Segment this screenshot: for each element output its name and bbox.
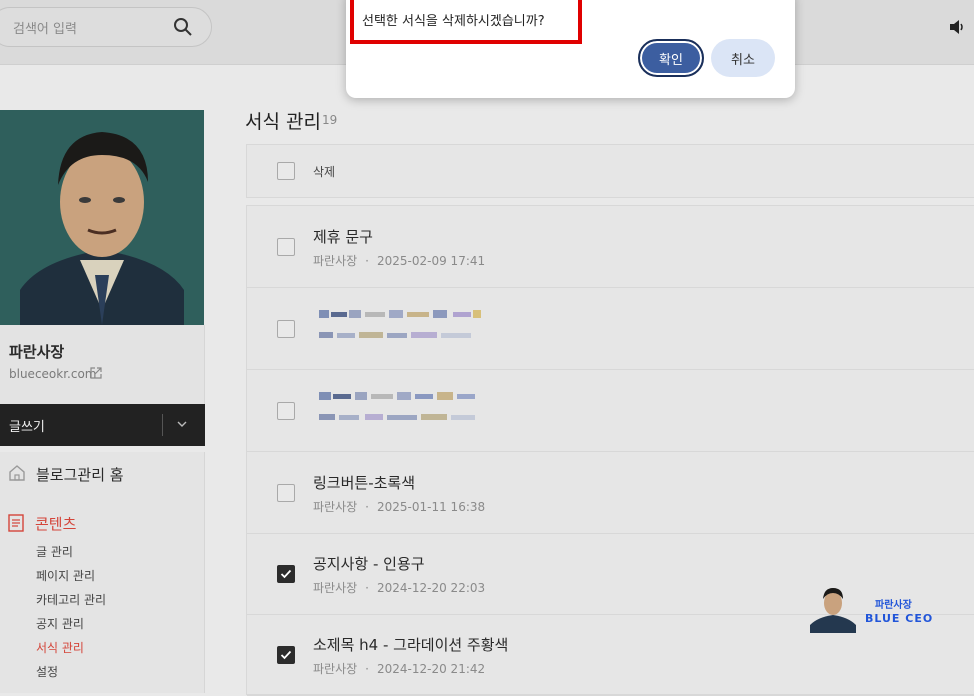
dialog-message: 선택한 서식을 삭제하시겠습니까? bbox=[362, 14, 545, 29]
page-title: 서식 관리 bbox=[245, 111, 321, 133]
template-meta: 파란사장 · 2024-12-20 22:03 bbox=[313, 581, 486, 595]
watermark-brand: BLUE CEO bbox=[865, 612, 934, 625]
row-checkbox[interactable] bbox=[277, 238, 295, 256]
confirm-dialog: 선택한 서식을 삭제하시겠습니까? 확인 취소 bbox=[346, 0, 795, 98]
search-box[interactable]: 검색어 입력 bbox=[0, 7, 212, 47]
check-icon bbox=[280, 569, 292, 579]
sidebar-item-settings[interactable]: 설정 bbox=[36, 660, 106, 684]
blog-url-link[interactable]: blueceokr.com bbox=[9, 367, 97, 381]
list-toolbar: 삭제 bbox=[246, 144, 974, 198]
sidebar-item-label: 블로그관리 홈 bbox=[36, 466, 124, 484]
template-author: 파란사장 bbox=[313, 662, 358, 676]
template-title[interactable]: 링크버튼-초록색 bbox=[313, 472, 415, 493]
avatar bbox=[810, 588, 856, 633]
confirm-button[interactable]: 확인 bbox=[638, 39, 704, 77]
template-title[interactable]: 제휴 문구 bbox=[313, 226, 373, 247]
sidebar-item-label: 콘텐츠 bbox=[35, 515, 77, 533]
home-icon bbox=[9, 465, 25, 481]
blog-name: 파란사장 bbox=[9, 343, 65, 361]
search-icon[interactable] bbox=[173, 17, 193, 37]
message-highlight-box: 선택한 서식을 삭제하시겠습니까? bbox=[350, 0, 582, 44]
sidebar-item-categories[interactable]: 카테고리 관리 bbox=[36, 588, 106, 612]
template-date: 2024-12-20 21:42 bbox=[377, 662, 486, 676]
template-title[interactable]: 공지사항 - 인용구 bbox=[313, 553, 425, 574]
check-icon bbox=[280, 650, 292, 660]
template-date: 2024-12-20 22:03 bbox=[377, 581, 486, 595]
sidebar-item-templates[interactable]: 서식 관리 bbox=[36, 636, 106, 660]
document-icon bbox=[8, 514, 24, 532]
template-meta: 파란사장 · 2024-12-20 21:42 bbox=[313, 662, 486, 676]
write-button[interactable]: 글쓰기 bbox=[0, 404, 205, 446]
list-item[interactable] bbox=[247, 370, 974, 452]
select-all-checkbox[interactable] bbox=[277, 162, 295, 180]
row-checkbox[interactable] bbox=[277, 402, 295, 420]
row-checkbox[interactable] bbox=[277, 484, 295, 502]
chevron-down-icon[interactable] bbox=[176, 418, 188, 430]
blurred-content bbox=[319, 392, 475, 420]
template-date: 2025-02-09 17:41 bbox=[377, 254, 486, 268]
cancel-button[interactable]: 취소 bbox=[711, 39, 775, 77]
template-author: 파란사장 bbox=[313, 254, 358, 268]
row-checkbox[interactable] bbox=[277, 565, 295, 583]
template-meta: 파란사장 · 2025-02-09 17:41 bbox=[313, 254, 486, 268]
sidebar-nav: 블로그관리 홈 콘텐츠 글 관리 페이지 관리 카테고리 관리 공지 관리 서식… bbox=[0, 452, 205, 693]
template-author: 파란사장 bbox=[313, 581, 358, 595]
blurred-content bbox=[319, 310, 481, 338]
content-sub-menu: 글 관리 페이지 관리 카테고리 관리 공지 관리 서식 관리 설정 bbox=[36, 540, 106, 684]
row-checkbox[interactable] bbox=[277, 320, 295, 338]
row-checkbox[interactable] bbox=[277, 646, 295, 664]
template-meta: 파란사장 · 2025-01-11 16:38 bbox=[313, 500, 486, 514]
delete-button[interactable]: 삭제 bbox=[313, 163, 335, 180]
external-link-icon[interactable] bbox=[90, 367, 102, 379]
list-item[interactable]: 제휴 문구 파란사장 · 2025-02-09 17:41 bbox=[247, 206, 974, 288]
watermark-logo: 파란사장 BLUE CEO bbox=[808, 585, 938, 635]
watermark-name: 파란사장 bbox=[875, 600, 912, 611]
list-item[interactable]: 링크버튼-초록색 파란사장 · 2025-01-11 16:38 bbox=[247, 452, 974, 534]
speaker-icon[interactable] bbox=[948, 18, 966, 36]
search-input[interactable]: 검색어 입력 bbox=[13, 18, 77, 37]
sidebar-item-pages[interactable]: 페이지 관리 bbox=[36, 564, 106, 588]
divider bbox=[162, 414, 163, 436]
template-count: 19 bbox=[322, 113, 338, 127]
template-date: 2025-01-11 16:38 bbox=[377, 500, 486, 514]
list-item[interactable] bbox=[247, 288, 974, 370]
template-title[interactable]: 소제목 h4 - 그라데이션 주황색 bbox=[313, 634, 508, 655]
sidebar: 파란사장 blueceokr.com 글쓰기 블로그관리 홈 콘텐츠 글 관리 … bbox=[0, 110, 205, 693]
sidebar-item-notices[interactable]: 공지 관리 bbox=[36, 612, 106, 636]
profile-box: 파란사장 blueceokr.com bbox=[0, 325, 205, 405]
profile-image bbox=[0, 110, 204, 325]
write-label: 글쓰기 bbox=[9, 420, 45, 435]
sidebar-item-posts[interactable]: 글 관리 bbox=[36, 540, 106, 564]
template-author: 파란사장 bbox=[313, 500, 358, 514]
